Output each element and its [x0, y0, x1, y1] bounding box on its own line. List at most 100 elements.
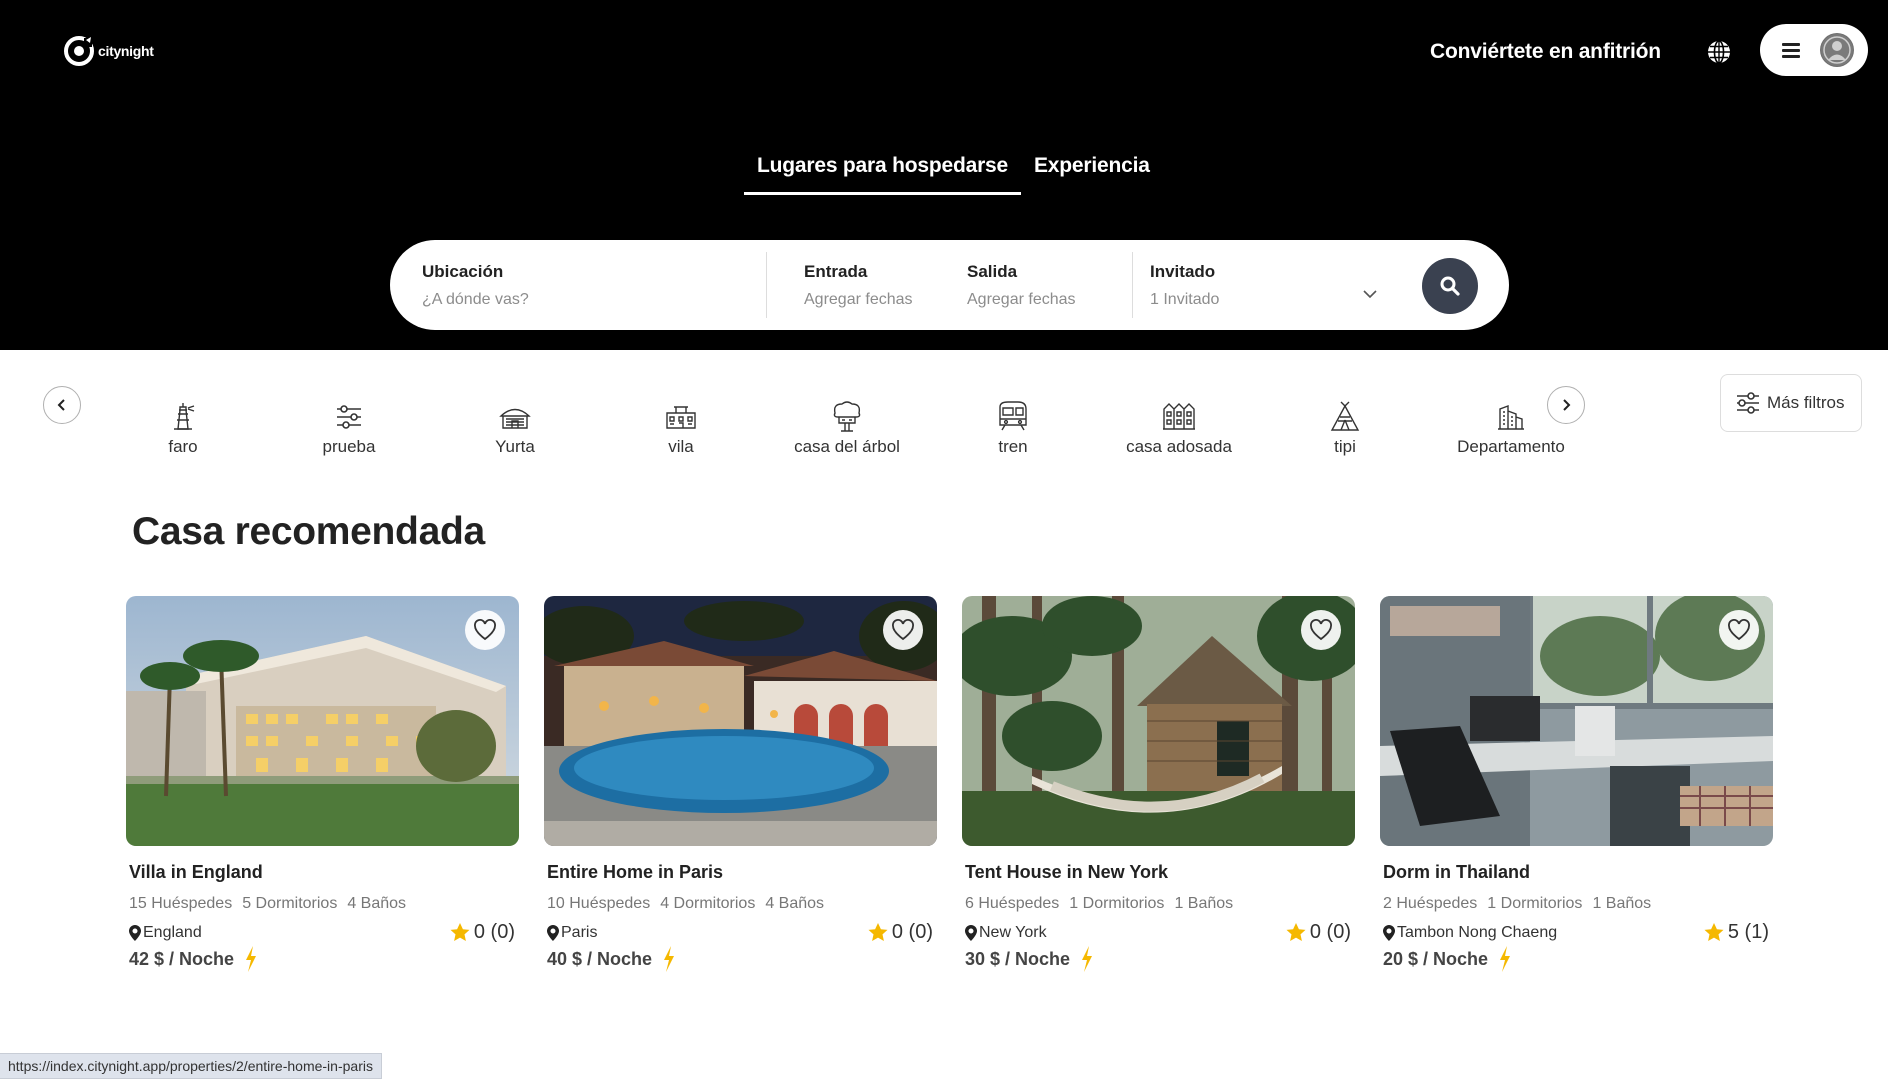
favorite-button[interactable] — [1719, 610, 1759, 650]
location-text: England — [143, 923, 202, 941]
location-label: Ubicación — [422, 262, 504, 281]
checkout-field[interactable]: Salida Agregar fechas — [967, 262, 1076, 309]
chevron-down-icon[interactable] — [1362, 286, 1378, 302]
heart-icon — [474, 619, 496, 641]
listing-photo[interactable] — [1380, 596, 1773, 846]
checkout-input[interactable]: Agregar fechas — [967, 291, 1076, 309]
guests-select[interactable]: 1 Invitado — [1150, 291, 1219, 309]
listing-rating: 0 (0) — [1286, 921, 1351, 944]
guests-label: Invitado — [1150, 262, 1216, 281]
logo[interactable]: citynight — [64, 34, 154, 68]
train-icon — [999, 401, 1027, 431]
heart-icon — [1728, 619, 1750, 641]
lighthouse-icon — [174, 403, 195, 430]
listing-title[interactable]: Entire Home in Paris — [547, 862, 937, 883]
baths-count: 1 Baños — [1592, 895, 1652, 912]
category-item[interactable]: casa del árbol — [767, 396, 927, 457]
tipi-icon — [1330, 401, 1360, 431]
instant-book-bolt-icon — [1500, 946, 1511, 972]
listing-title[interactable]: Dorm in Thailand — [1383, 862, 1773, 883]
category-item[interactable]: casa adosada — [1099, 396, 1259, 457]
location-field[interactable]: Ubicación ¿A dónde vas? — [422, 262, 529, 309]
listing-price: 42 $ / Noche — [129, 946, 519, 972]
listing-card[interactable]: Villa in England 15 Huéspedes 5 Dormitor… — [126, 596, 519, 972]
user-menu-button[interactable] — [1760, 24, 1868, 76]
villa-icon — [666, 406, 696, 429]
star-icon — [868, 923, 888, 941]
checkin-field[interactable]: Entrada Agregar fechas — [804, 262, 913, 309]
category-item[interactable]: tipi — [1265, 396, 1425, 457]
bedrooms-count: 1 Dormitorios — [1069, 895, 1165, 912]
townhouse-icon — [1163, 403, 1195, 430]
listing-features: 6 Huéspedes 1 Dormitorios 1 Baños — [965, 895, 1355, 913]
star-icon — [450, 923, 470, 941]
price-text: 30 $ / Noche — [965, 948, 1071, 969]
tab-places-to-stay[interactable]: Lugares para hospedarse — [744, 150, 1021, 195]
category-item[interactable]: vila — [601, 396, 761, 457]
heart-icon — [1310, 619, 1332, 641]
more-filters-button[interactable]: Más filtros — [1720, 374, 1862, 432]
become-host-link[interactable]: Conviértete en anfitrión — [1430, 40, 1661, 64]
category-item[interactable]: faro — [103, 396, 263, 457]
bedrooms-count: 1 Dormitorios — [1487, 895, 1583, 912]
section-title: Casa recomendada — [132, 510, 485, 553]
tab-experience[interactable]: Experiencia — [1021, 150, 1163, 195]
checkin-input[interactable]: Agregar fechas — [804, 291, 913, 309]
chevron-left-icon — [57, 399, 65, 411]
listing-price: 30 $ / Noche — [965, 946, 1355, 972]
listing-features: 2 Huéspedes 1 Dormitorios 1 Baños — [1383, 895, 1773, 913]
guests-field[interactable]: Invitado 1 Invitado — [1150, 262, 1219, 309]
status-bar-url: https://index.citynight.app/properties/2… — [0, 1053, 382, 1079]
categories-next-button[interactable] — [1547, 386, 1585, 424]
map-pin-icon — [965, 924, 977, 941]
yurt-icon — [499, 408, 531, 429]
map-pin-icon — [129, 924, 141, 941]
divider — [766, 252, 767, 318]
listing-location: Tambon Nong Chaeng — [1383, 924, 1557, 942]
category-label: tipi — [1334, 437, 1356, 456]
instant-book-bolt-icon — [664, 946, 675, 972]
favorite-button[interactable] — [465, 610, 505, 650]
globe-icon[interactable] — [1706, 39, 1732, 65]
category-label: prueba — [322, 437, 376, 456]
guests-count: 2 Huéspedes — [1383, 895, 1478, 912]
search-button[interactable] — [1422, 258, 1478, 314]
location-input[interactable]: ¿A dónde vas? — [422, 291, 529, 309]
listing-card[interactable]: Entire Home in Paris 10 Huéspedes 4 Dorm… — [544, 596, 937, 972]
logo-text: citynight — [98, 43, 154, 59]
listing-rating: 0 (0) — [868, 921, 933, 944]
listing-title[interactable]: Tent House in New York — [965, 862, 1355, 883]
listing-card[interactable]: Tent House in New York 6 Huéspedes 1 Dor… — [962, 596, 1355, 972]
category-item[interactable]: tren — [933, 396, 1093, 457]
logo-icon — [64, 36, 94, 66]
category-item[interactable]: Yurta — [435, 396, 595, 457]
listing-location: England — [129, 924, 202, 942]
filter-sliders-icon — [1737, 392, 1759, 414]
listing-location: New York — [965, 924, 1047, 942]
category-label: faro — [168, 437, 198, 456]
category-item[interactable]: prueba — [269, 396, 429, 457]
favorite-button[interactable] — [1301, 610, 1341, 650]
price-text: 42 $ / Noche — [129, 948, 235, 969]
listing-title[interactable]: Villa in England — [129, 862, 519, 883]
search-icon — [1440, 276, 1460, 296]
instant-book-bolt-icon — [1082, 946, 1093, 972]
rating-text: 5 (1) — [1727, 921, 1769, 943]
hero-header: citynight Conviértete en anfitrión Lugar… — [0, 0, 1888, 350]
listing-location: Paris — [547, 924, 597, 942]
listing-features: 10 Huéspedes 4 Dormitorios 4 Baños — [547, 895, 937, 913]
listing-card[interactable]: Dorm in Thailand 2 Huéspedes 1 Dormitori… — [1380, 596, 1773, 972]
categories-prev-button[interactable] — [43, 386, 81, 424]
listing-photo[interactable] — [962, 596, 1355, 846]
instant-book-bolt-icon — [246, 946, 257, 972]
listing-photo[interactable] — [126, 596, 519, 846]
checkin-label: Entrada — [804, 262, 868, 281]
listing-photo[interactable] — [544, 596, 937, 846]
listing-price: 20 $ / Noche — [1383, 946, 1773, 972]
stay-type-tabs: Lugares para hospedarse Experiencia — [744, 150, 1163, 195]
heart-icon — [892, 619, 914, 641]
star-icon — [1286, 923, 1306, 941]
favorite-button[interactable] — [883, 610, 923, 650]
hamburger-icon — [1782, 40, 1800, 61]
star-icon — [1704, 923, 1724, 941]
